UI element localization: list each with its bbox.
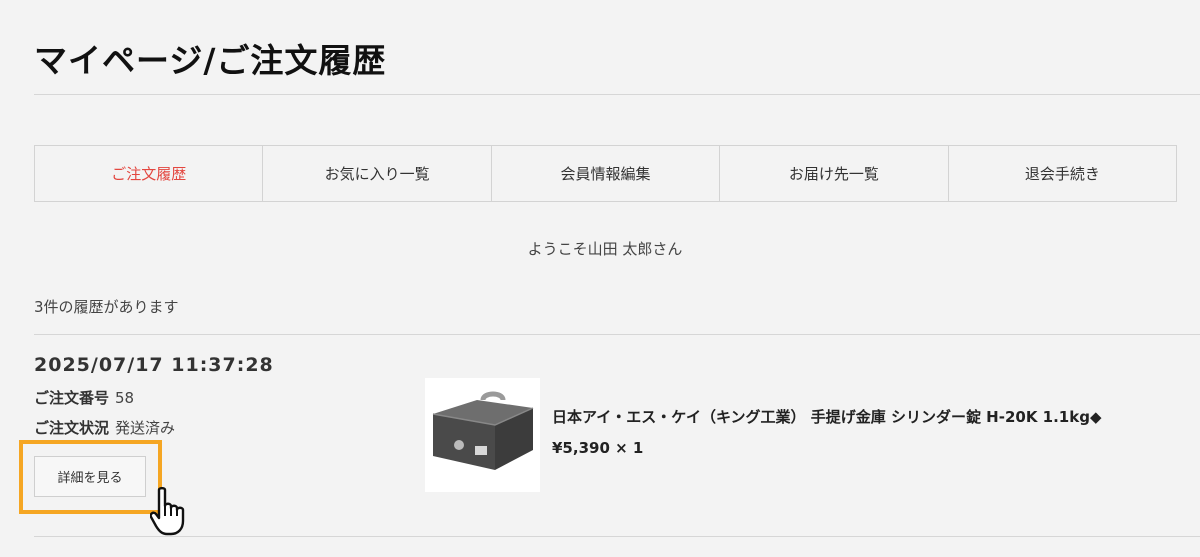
- bottom-divider: [34, 536, 1200, 537]
- tab-order-history[interactable]: ご注文履歴: [35, 146, 262, 201]
- page-title: マイページ/ご注文履歴: [34, 41, 387, 80]
- product-image[interactable]: [425, 378, 540, 492]
- order-status-label: ご注文状況: [34, 419, 110, 437]
- mypage-tabs: ご注文履歴 お気に入り一覧 会員情報編集 お届け先一覧 退会手続き: [34, 145, 1177, 202]
- cash-box-image: [425, 378, 540, 492]
- welcome-message: ようこそ山田 太郎さん: [527, 240, 683, 258]
- product-name[interactable]: 日本アイ・エス・ケイ（キング工業） 手提げ金庫 シリンダー錠 H-20K 1.1…: [552, 406, 1102, 427]
- order-number: ご注文番号 58: [34, 387, 134, 408]
- tab-withdrawal[interactable]: 退会手続き: [947, 146, 1176, 201]
- order-number-label: ご注文番号: [34, 389, 110, 407]
- order-number-value: 58: [115, 389, 135, 407]
- view-details-button[interactable]: 詳細を見る: [34, 456, 146, 497]
- order-status-value: 発送済み: [115, 419, 176, 437]
- tab-favorites[interactable]: お気に入り一覧: [262, 146, 490, 201]
- tab-delivery-addresses[interactable]: お届け先一覧: [719, 146, 947, 201]
- list-divider: [34, 334, 1200, 335]
- title-divider: [34, 94, 1200, 95]
- pointing-hand-cursor-icon: [150, 487, 185, 536]
- history-count: 3件の履歴があります: [34, 298, 179, 316]
- tab-member-info[interactable]: 会員情報編集: [490, 146, 719, 201]
- order-status: ご注文状況 発送済み: [34, 417, 175, 438]
- product-price: ¥5,390 × 1: [552, 439, 644, 457]
- order-datetime: 2025/07/17 11:37:28: [34, 354, 274, 376]
